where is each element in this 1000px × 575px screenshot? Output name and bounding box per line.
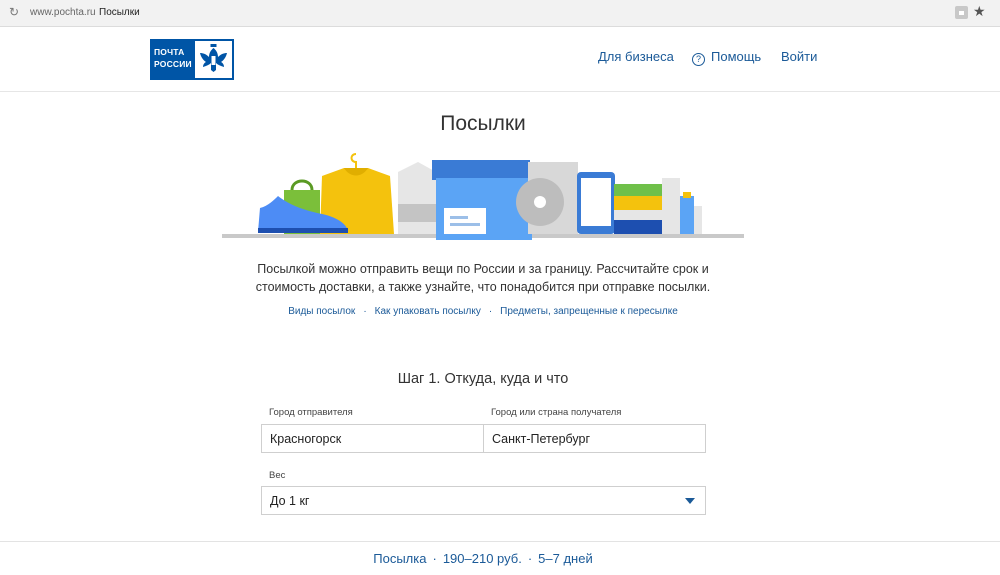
site-logo[interactable]: ПОЧТА РОССИИ bbox=[150, 39, 234, 80]
nav-help-link[interactable]: ? Помощь bbox=[692, 49, 761, 66]
dropdown-arrow-icon[interactable] bbox=[685, 498, 695, 504]
nav-business-link[interactable]: Для бизнеса bbox=[598, 49, 674, 64]
address-url[interactable]: www.pochta.ru bbox=[30, 7, 96, 18]
result-summary: Посылка · 190–210 руб. · 5–7 дней bbox=[373, 551, 593, 566]
reload-icon[interactable]: ↻ bbox=[9, 5, 19, 19]
intro-text: Посылкой можно отправить вещи по России … bbox=[255, 262, 711, 294]
result-term: 5–7 дней bbox=[538, 551, 593, 566]
to-city-label: Город или страна получателя bbox=[491, 407, 622, 418]
weight-label: Вес bbox=[269, 470, 286, 481]
from-city-label: Город отправителя bbox=[269, 407, 353, 418]
bookmark-star-icon[interactable]: ★ bbox=[973, 3, 986, 20]
lock-icon[interactable] bbox=[955, 6, 968, 19]
site-header: ПОЧТА РОССИИ Для бизнеса ? Помощь Войти bbox=[0, 28, 1000, 92]
nav-login-link[interactable]: Войти bbox=[781, 49, 817, 64]
link-prohibited-items[interactable]: Предметы, запрещенные к пересылке bbox=[500, 306, 678, 317]
from-city-input[interactable]: Красногорск bbox=[261, 424, 484, 453]
result-type[interactable]: Посылка bbox=[373, 551, 426, 566]
logo-text: ПОЧТА РОССИИ bbox=[154, 47, 192, 69]
address-page-title[interactable]: Посылки bbox=[99, 7, 140, 18]
parcels-illustration bbox=[222, 153, 744, 240]
weight-select[interactable]: До 1 кг bbox=[261, 486, 706, 515]
result-price: 190–210 руб. bbox=[442, 551, 522, 566]
browser-address-bar: ↻ www.pochta.ru Посылки ★ bbox=[0, 0, 1000, 27]
link-parcel-types[interactable]: Виды посылок bbox=[288, 306, 355, 317]
eagle-emblem-icon bbox=[195, 41, 232, 78]
info-links: Виды посылок · Как упаковать посылку · Предм… bbox=[288, 306, 678, 317]
page-title: Посылки bbox=[440, 112, 526, 135]
to-city-input[interactable]: Санкт-Петербург bbox=[483, 424, 706, 453]
result-divider bbox=[0, 541, 1000, 542]
help-icon: ? bbox=[692, 53, 705, 66]
link-how-to-pack[interactable]: Как упаковать посылку bbox=[375, 306, 481, 317]
step-title: Шаг 1. Откуда, куда и что bbox=[397, 371, 569, 387]
weight-select-value: До 1 кг bbox=[270, 494, 310, 508]
